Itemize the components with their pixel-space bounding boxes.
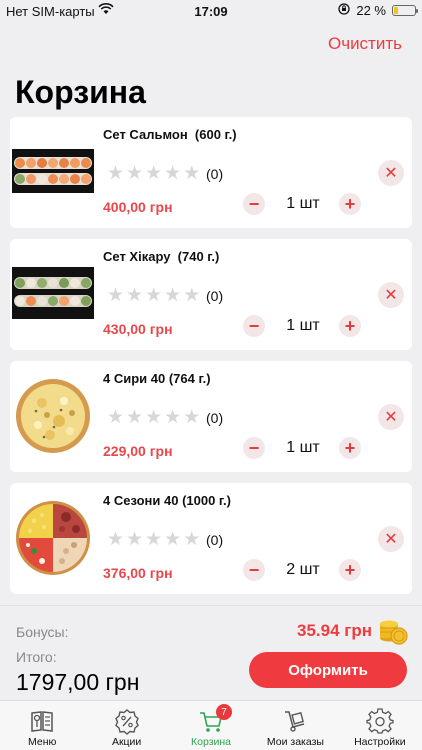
- item-price: 376,00 грн: [103, 565, 173, 581]
- orientation-lock-icon: [338, 3, 351, 18]
- increase-qty-button[interactable]: +: [339, 193, 361, 215]
- star-icon[interactable]: ★: [183, 286, 200, 305]
- rating-stars: ★ ★ ★ ★ ★: [107, 286, 200, 305]
- menu-book-icon: [31, 711, 53, 732]
- tab-cart[interactable]: 7 Корзина: [169, 701, 253, 750]
- status-bar: Нет SIM-карты 17:09 22 %: [0, 0, 422, 22]
- item-quantity: 1 шт: [286, 439, 320, 456]
- star-icon[interactable]: ★: [107, 408, 124, 427]
- bonus-label: Бонусы:: [16, 624, 69, 640]
- star-icon[interactable]: ★: [107, 530, 124, 549]
- rating-stars: ★ ★ ★ ★ ★: [107, 530, 200, 549]
- star-icon[interactable]: ★: [183, 408, 200, 427]
- tab-my-orders[interactable]: Мои заказы: [253, 701, 337, 750]
- star-icon[interactable]: ★: [183, 530, 200, 549]
- tab-settings[interactable]: Настройки: [338, 701, 422, 750]
- rating-count: (0): [206, 410, 224, 426]
- tab-settings-label: Настройки: [354, 736, 406, 748]
- tab-menu[interactable]: Меню: [0, 701, 84, 750]
- rating-stars: ★ ★ ★ ★ ★: [107, 408, 200, 427]
- order-summary: Бонусы: 35.94 грн Итого: 1797,00 грн Офо…: [0, 605, 422, 700]
- item-price: 400,00 грн: [103, 199, 173, 215]
- remove-item-button[interactable]: ✕: [378, 404, 404, 430]
- sushi-set-image: [12, 145, 94, 197]
- rating-count: (0): [206, 532, 224, 548]
- item-name: Сет Сальмон (600 г.): [103, 127, 237, 142]
- decrease-qty-button[interactable]: −: [243, 437, 265, 459]
- bonus-value: 35.94 грн: [297, 621, 372, 640]
- item-price: 430,00 грн: [103, 321, 173, 337]
- clear-cart-button[interactable]: Очистить: [328, 34, 402, 54]
- star-icon[interactable]: ★: [164, 408, 181, 427]
- gear-icon: [366, 708, 394, 734]
- item-quantity: 1 шт: [286, 317, 320, 334]
- rating-stars: ★ ★ ★ ★ ★: [107, 164, 200, 183]
- star-icon[interactable]: ★: [126, 408, 143, 427]
- total-label: Итого:: [16, 649, 57, 665]
- rating-count: (0): [206, 166, 224, 182]
- item-name: 4 Сезони 40 (1000 г.): [103, 493, 231, 508]
- star-icon[interactable]: ★: [145, 408, 162, 427]
- cart-item: 4 Сезони 40 (1000 г.) ★ ★ ★ ★ ★ (0) 376,00 г…: [10, 483, 412, 594]
- cart-item: Сет Хікару (740 г.) ★ ★ ★ ★ ★ (0) 430,00 грн…: [10, 239, 412, 350]
- cheese-pizza-image: [12, 377, 94, 455]
- star-icon[interactable]: ★: [145, 530, 162, 549]
- tab-my-orders-label: Мои заказы: [266, 736, 324, 748]
- star-icon[interactable]: ★: [145, 164, 162, 183]
- star-icon[interactable]: ★: [164, 286, 181, 305]
- star-icon[interactable]: ★: [145, 286, 162, 305]
- star-icon[interactable]: ★: [164, 530, 181, 549]
- increase-qty-button[interactable]: +: [339, 437, 361, 459]
- star-icon[interactable]: ★: [107, 164, 124, 183]
- battery-icon: [392, 5, 418, 16]
- star-icon[interactable]: ★: [126, 286, 143, 305]
- tab-bar: Меню Акции 7 Корзина Мои заказы Настройк…: [0, 700, 422, 750]
- remove-item-button[interactable]: ✕: [378, 282, 404, 308]
- star-icon[interactable]: ★: [164, 164, 181, 183]
- cart-badge: 7: [216, 704, 233, 720]
- item-quantity: 2 шт: [286, 561, 320, 578]
- sushi-set-image: [12, 267, 94, 319]
- star-icon[interactable]: ★: [126, 164, 143, 183]
- item-name: 4 Сири 40 (764 г.): [103, 371, 211, 386]
- item-price: 229,00 грн: [103, 443, 173, 459]
- orders-dolly-icon: [285, 711, 305, 732]
- battery-percent: 22 %: [356, 3, 386, 18]
- four-seasons-pizza-image: [12, 499, 94, 577]
- star-icon[interactable]: ★: [183, 164, 200, 183]
- checkout-button[interactable]: Оформить: [249, 652, 407, 688]
- item-quantity: 1 шт: [286, 195, 320, 212]
- item-name: Сет Хікару (740 г.): [103, 249, 220, 264]
- tab-promotions-label: Акции: [111, 736, 142, 748]
- cart-item: 4 Сири 40 (764 г.) ★ ★ ★ ★ ★ (0) 229,00 грн …: [10, 361, 412, 472]
- tab-cart-label: Корзина: [191, 736, 232, 748]
- tab-menu-label: Меню: [28, 736, 57, 748]
- total-value: 1797,00 грн: [16, 669, 140, 695]
- decrease-qty-button[interactable]: −: [243, 193, 265, 215]
- increase-qty-button[interactable]: +: [339, 315, 361, 337]
- star-icon[interactable]: ★: [107, 286, 124, 305]
- coins-icon: [378, 616, 408, 646]
- star-icon[interactable]: ★: [126, 530, 143, 549]
- rating-count: (0): [206, 288, 224, 304]
- tab-promotions[interactable]: Акции: [84, 701, 168, 750]
- cart-item: Сет Сальмон (600 г.) ★ ★ ★ ★ ★ (0) 400,00 гр…: [10, 117, 412, 228]
- discount-badge-icon: [114, 709, 139, 735]
- remove-item-button[interactable]: ✕: [378, 526, 404, 552]
- decrease-qty-button[interactable]: −: [243, 315, 265, 337]
- increase-qty-button[interactable]: +: [339, 559, 361, 581]
- page-title: Корзина: [15, 74, 146, 110]
- remove-item-button[interactable]: ✕: [378, 160, 404, 186]
- decrease-qty-button[interactable]: −: [243, 559, 265, 581]
